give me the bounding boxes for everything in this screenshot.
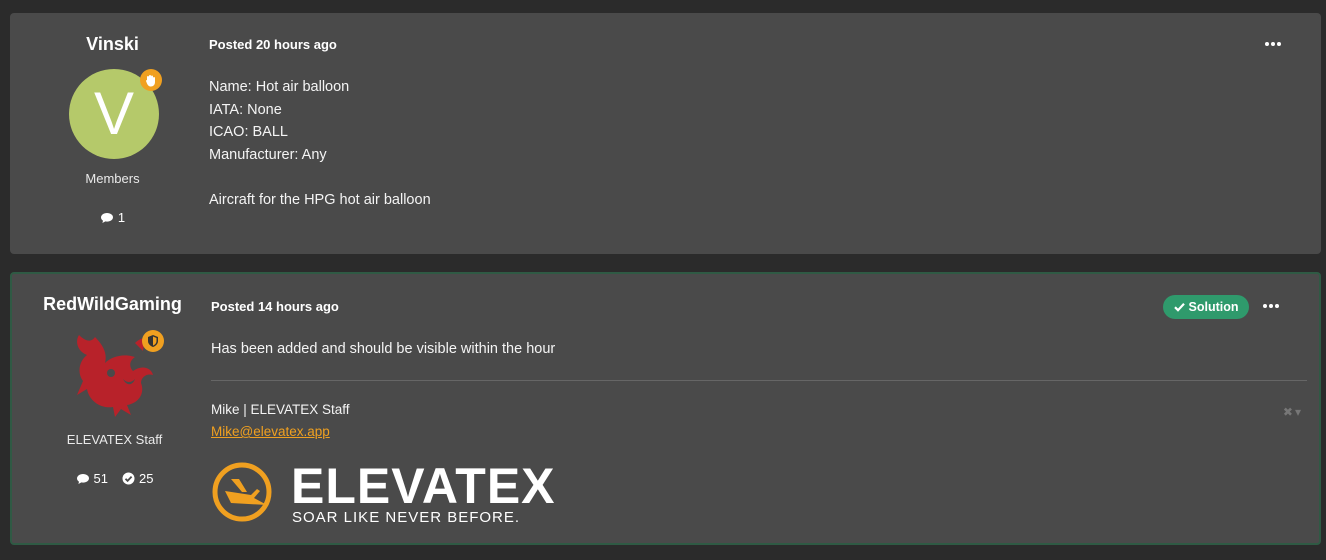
post-vinski: Vinski V Members 1 Posted 20 hours ago N… xyxy=(10,13,1321,254)
comment-count-value: 51 xyxy=(93,471,108,486)
check-icon xyxy=(1173,303,1185,312)
close-icon[interactable]: ✖ xyxy=(1283,405,1293,419)
comment-count-value: 1 xyxy=(117,210,126,225)
solution-label: Solution xyxy=(1188,300,1239,314)
post-meta: Posted 20 hours ago xyxy=(209,37,337,52)
post-content: Has been added and should be visible wit… xyxy=(211,338,555,361)
content-line: Aircraft for the HPG hot air balloon xyxy=(209,191,431,208)
author-stats: 51 25 xyxy=(12,471,217,486)
hand-badge-icon xyxy=(140,69,162,91)
post-content: Name: Hot air balloon IATA: None ICAO: B… xyxy=(209,76,431,211)
content-line: ICAO: BALL xyxy=(209,124,288,140)
post-meta: Posted 14 hours ago xyxy=(211,299,339,314)
comment-icon xyxy=(76,473,89,484)
content-line: Manufacturer: Any xyxy=(209,146,327,163)
elevatex-logo: ELEVATEX SOAR LIKE NEVER BEFORE. xyxy=(211,458,571,531)
shield-badge-icon xyxy=(142,330,164,352)
logo-word: ELEVATEX xyxy=(291,458,556,514)
member-group: Members xyxy=(85,171,140,186)
content-line: Name: Hot air balloon xyxy=(209,79,350,95)
post-redwildgaming: RedWildGaming ELEVATEX Staff 51 25 Poste… xyxy=(10,272,1321,545)
check-circle-icon xyxy=(122,472,135,485)
posted-time[interactable]: Posted 14 hours ago xyxy=(211,299,339,314)
posted-time[interactable]: Posted 20 hours ago xyxy=(209,37,337,52)
author-name[interactable]: Vinski xyxy=(10,34,215,55)
content-line: IATA: None xyxy=(209,101,282,118)
author-stats: 1 xyxy=(10,210,215,225)
signature-name: Mike | ELEVATEX Staff xyxy=(211,402,350,417)
solution-count[interactable]: 25 xyxy=(122,471,153,486)
more-options-icon[interactable] xyxy=(1265,39,1285,49)
more-options-icon[interactable] xyxy=(1263,301,1283,311)
member-group: ELEVATEX Staff xyxy=(66,432,163,447)
elevatex-logo-mark-icon xyxy=(212,462,272,522)
comment-count[interactable]: 1 xyxy=(100,210,125,225)
comment-icon xyxy=(100,212,113,223)
chevron-down-icon[interactable]: ▾ xyxy=(1295,405,1301,419)
signature-options[interactable]: ✖ ▾ xyxy=(1283,405,1301,419)
content-line: Has been added and should be visible wit… xyxy=(211,341,556,357)
content-line xyxy=(209,166,431,189)
author-name[interactable]: RedWildGaming xyxy=(10,294,215,315)
comment-count[interactable]: 51 xyxy=(76,471,108,486)
logo-tagline: SOAR LIKE NEVER BEFORE. xyxy=(292,509,521,526)
signature-divider xyxy=(211,380,1307,381)
solution-count-value: 25 xyxy=(139,471,154,486)
solution-badge[interactable]: Solution xyxy=(1163,295,1249,319)
signature-email-link[interactable]: Mike@elevatex.app xyxy=(211,424,330,439)
